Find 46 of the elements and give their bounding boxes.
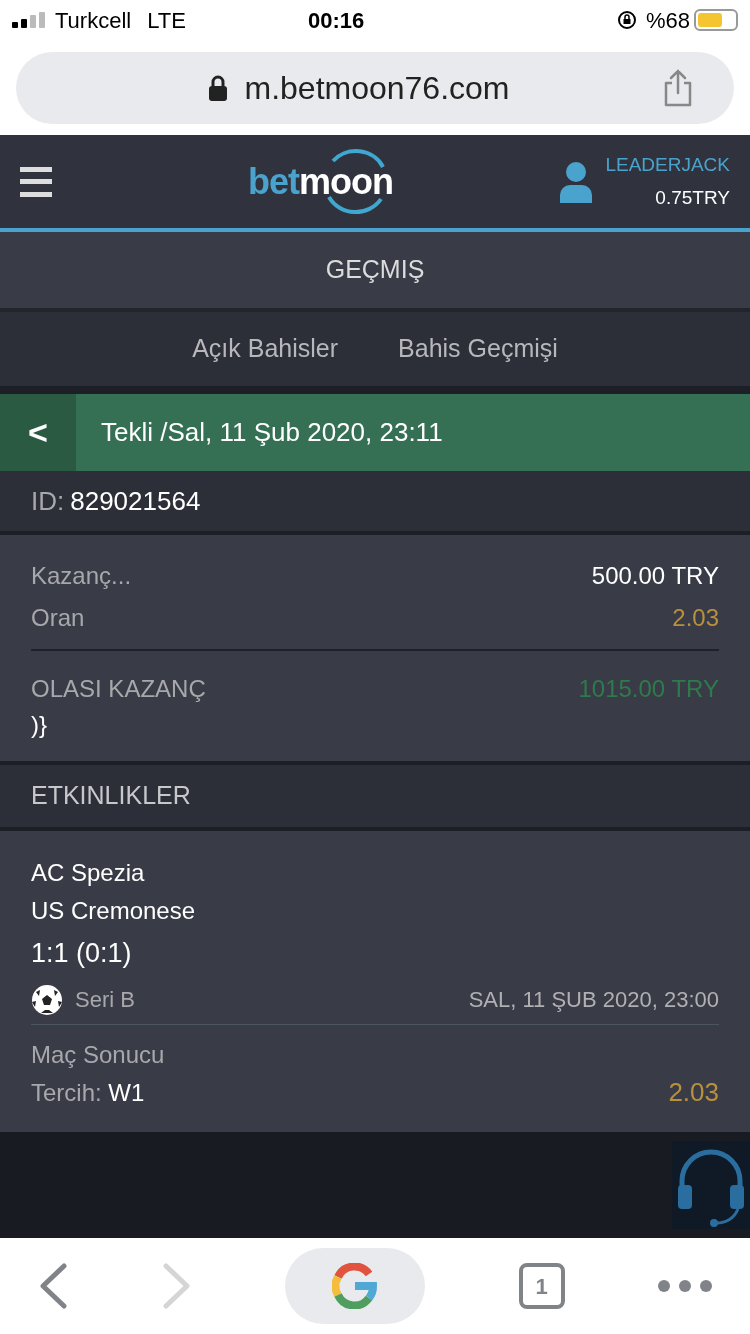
soccer-ball-icon <box>31 983 63 1016</box>
bet-title: Tekli /Sal, 11 Şub 2020, 23:11 <box>101 416 443 449</box>
share-icon[interactable] <box>662 68 694 107</box>
logo[interactable]: betmoon <box>248 146 393 217</box>
lock-icon <box>208 74 229 101</box>
summary-value: 2.03 <box>672 603 719 633</box>
address-field[interactable]: m.betmoon76.com <box>16 51 734 124</box>
summary-value: 500.00 TRY <box>591 561 719 591</box>
score: 1:1 (0:1) <box>31 937 133 970</box>
back-button[interactable]: < <box>0 394 76 471</box>
pick-value: W1 <box>108 1078 145 1106</box>
tab-count[interactable]: 1 <box>518 1263 565 1309</box>
section-title: ETKINLIKLER <box>31 780 191 812</box>
page-title: GEÇMIŞ <box>325 254 425 286</box>
rotation-lock-icon <box>615 9 638 31</box>
network-type: LTE <box>147 6 186 35</box>
battery-icon <box>694 9 738 31</box>
home-team: AC Spezia <box>31 858 146 888</box>
market-name: Maç Sonucu <box>31 1040 166 1070</box>
event-date: SAL, 11 ŞUB 2020, 23:00 <box>468 986 719 1014</box>
carrier-name: Turkcell <box>55 6 132 35</box>
back-icon[interactable] <box>38 1263 68 1309</box>
google-logo <box>332 1263 378 1309</box>
pick-odds: 2.03 <box>668 1076 719 1109</box>
tab[interactable]: Bahis Geçmişi <box>398 330 558 368</box>
user-icon[interactable] <box>559 160 594 203</box>
bet-id: 829021564 <box>70 484 201 518</box>
league-name: Seri B <box>75 986 135 1014</box>
possible-win-value: 1015.00 TRY <box>578 674 719 704</box>
possible-win-label: OLASI KAZANÇ <box>31 674 206 704</box>
summary-label: Oran <box>31 603 85 633</box>
stray-text: )} <box>31 710 48 740</box>
signal-icon <box>12 12 46 28</box>
clock: 00:16 <box>307 6 365 35</box>
headset-icon[interactable] <box>672 1141 750 1229</box>
url-text: m.betmoon76.com <box>244 68 510 108</box>
username[interactable]: LEADERJACK <box>605 151 730 180</box>
away-team: US Cremonese <box>31 896 197 926</box>
balance: 0.75TRY <box>655 185 730 210</box>
summary-label: Kazanç... <box>31 561 132 591</box>
id-label: ID: <box>31 484 65 518</box>
battery-percent: %68 <box>645 6 690 35</box>
pick-label: Tercih: <box>31 1078 102 1106</box>
menu-icon[interactable] <box>20 166 52 197</box>
more-icon[interactable] <box>658 1280 712 1292</box>
tab[interactable]: Açık Bahisler <box>192 330 339 368</box>
